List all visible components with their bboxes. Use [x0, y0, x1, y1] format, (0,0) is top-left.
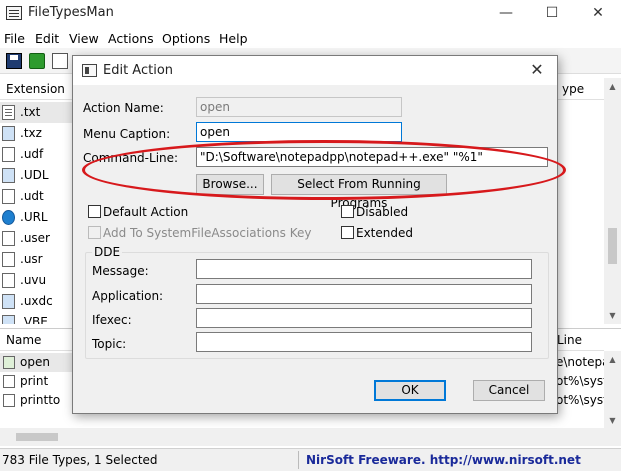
extended-checkbox[interactable]	[341, 226, 354, 239]
disabled-label: Disabled	[356, 205, 409, 219]
status-divider	[298, 451, 299, 469]
list-item[interactable]: .user	[0, 228, 80, 249]
horizontal-scrollbar[interactable]	[0, 428, 621, 446]
command-line-label: Command-Line:	[83, 151, 179, 165]
file-icon	[2, 147, 15, 162]
menu-help[interactable]: Help	[219, 31, 248, 46]
scroll-thumb[interactable]	[608, 228, 617, 264]
menu-view[interactable]: View	[69, 31, 99, 46]
status-count: 783 File Types, 1 Selected	[2, 453, 158, 467]
file-icon	[2, 252, 15, 267]
menu-caption-label: Menu Caption:	[83, 127, 171, 141]
default-action-checkbox[interactable]	[88, 205, 101, 218]
maximize-button[interactable]: ☐	[529, 0, 575, 28]
browse-button[interactable]: Browse...	[196, 174, 264, 195]
dde-application-input[interactable]	[196, 284, 532, 304]
close-button[interactable]: ✕	[575, 0, 621, 28]
menu-caption-input[interactable]: open	[196, 122, 402, 142]
add-sfa-checkbox[interactable]	[88, 226, 101, 239]
dde-ifexec-input[interactable]	[196, 308, 532, 328]
scroll-thumb[interactable]	[16, 433, 58, 441]
action-name-input[interactable]: open	[196, 97, 402, 117]
app-titlebar: FileTypesMan — ☐ ✕	[0, 0, 621, 28]
list-item[interactable]: .udt	[0, 186, 80, 207]
scroll-up-icon[interactable]: ▲	[604, 351, 621, 368]
minimize-button[interactable]: —	[483, 0, 529, 28]
column-header-type[interactable]: ype	[556, 78, 604, 100]
ok-button[interactable]: OK	[374, 380, 446, 401]
list-item[interactable]: .txt	[0, 102, 80, 123]
file-icon	[2, 189, 15, 204]
edit-icon	[3, 356, 15, 369]
scroll-up-icon[interactable]: ▲	[604, 78, 621, 95]
script-icon	[2, 315, 15, 324]
dde-topic-input[interactable]	[196, 332, 532, 352]
nirsoft-link[interactable]: NirSoft Freeware. http://www.nirsoft.net	[306, 453, 581, 467]
file-icon	[2, 231, 15, 246]
lower-vertical-scrollbar[interactable]: ▲ ▼	[604, 351, 621, 429]
dde-application-label: Application:	[92, 289, 164, 303]
extended-label: Extended	[356, 226, 413, 240]
menu-edit[interactable]: Edit	[35, 31, 59, 46]
action-row-printto[interactable]: printto	[0, 391, 80, 410]
command-line-input[interactable]: "D:\Software\notepadpp\notepad++.exe" "%…	[196, 147, 548, 167]
action-name-label: Action Name:	[83, 101, 164, 115]
file-icon	[2, 105, 15, 120]
refresh-icon[interactable]	[29, 53, 45, 69]
disabled-checkbox[interactable]	[341, 205, 354, 218]
list-item[interactable]: .uxdc	[0, 291, 80, 312]
globe-icon	[2, 210, 15, 225]
edit-action-dialog: Edit Action ✕ Action Name: open Menu Cap…	[72, 55, 558, 414]
list-item[interactable]: .VBE	[0, 312, 80, 324]
app-icon	[6, 6, 22, 20]
list-item[interactable]: .txz	[0, 123, 80, 144]
dde-topic-label: Topic:	[92, 337, 127, 351]
dialog-icon	[82, 64, 97, 77]
menu-options[interactable]: Options	[162, 31, 210, 46]
dialog-close-button[interactable]: ✕	[523, 59, 551, 81]
upper-vertical-scrollbar[interactable]: ▲ ▼	[604, 78, 621, 324]
dde-message-input[interactable]	[196, 259, 532, 279]
list-item[interactable]: .udf	[0, 144, 80, 165]
action-row-open[interactable]: open	[0, 353, 80, 372]
column-header-extension[interactable]: Extension	[0, 78, 80, 100]
print-icon	[3, 375, 15, 388]
scroll-down-icon[interactable]: ▼	[604, 307, 621, 324]
file-icon	[2, 273, 15, 288]
add-sfa-label: Add To SystemFileAssociations Key	[103, 226, 312, 240]
file-icon	[2, 294, 15, 309]
list-item[interactable]: .UDL	[0, 165, 80, 186]
app-title: FileTypesMan	[28, 5, 114, 20]
menu-actions[interactable]: Actions	[108, 31, 154, 46]
copy-icon[interactable]	[52, 53, 68, 69]
status-bar: 783 File Types, 1 Selected NirSoft Freew…	[0, 448, 621, 471]
menu-file[interactable]: File	[4, 31, 25, 46]
action-row-print[interactable]: print	[0, 372, 80, 391]
column-header-name[interactable]: Name	[0, 329, 80, 351]
column-header-command-line[interactable]: Line	[551, 329, 604, 351]
print-icon	[3, 394, 15, 407]
cancel-button[interactable]: Cancel	[473, 380, 545, 401]
list-item[interactable]: .usr	[0, 249, 80, 270]
menu-bar: File Edit View Actions Options Help	[0, 28, 621, 48]
save-icon[interactable]	[6, 53, 22, 69]
list-item[interactable]: .uvu	[0, 270, 80, 291]
dialog-titlebar: Edit Action ✕	[73, 56, 557, 85]
default-action-label: Default Action	[103, 205, 189, 219]
dde-message-label: Message:	[92, 264, 149, 278]
scroll-down-icon[interactable]: ▼	[604, 412, 621, 429]
dde-group-title: DDE	[92, 245, 123, 259]
archive-icon	[2, 126, 15, 141]
dde-ifexec-label: Ifexec:	[92, 313, 132, 327]
dialog-title: Edit Action	[103, 63, 174, 78]
list-item[interactable]: .URL	[0, 207, 80, 228]
udl-icon	[2, 168, 15, 183]
select-running-programs-button[interactable]: Select From Running Programs	[271, 174, 447, 210]
